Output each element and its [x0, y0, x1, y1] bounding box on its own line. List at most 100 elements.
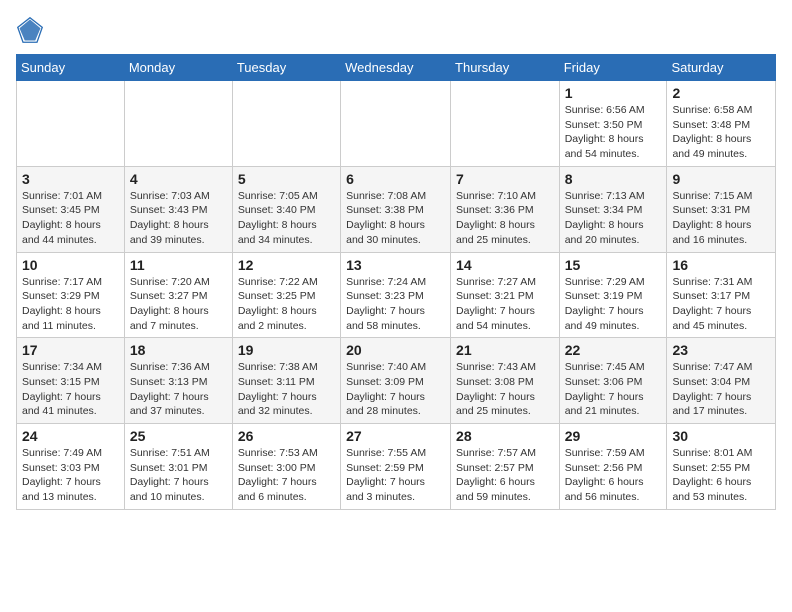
calendar-week-1: 1Sunrise: 6:56 AMSunset: 3:50 PMDaylight…: [17, 81, 776, 167]
calendar-cell: 22 Sunrise: 7:45 AMSunset: 3:06 PMDayligh…: [559, 338, 667, 424]
page: SundayMondayTuesdayWednesdayThursdayFrid…: [0, 0, 792, 612]
day-number: 12: [238, 257, 335, 273]
calendar-cell: 26 Sunrise: 7:53 AMSunset: 3:00 PMDayligh…: [232, 424, 340, 510]
day-number: 23: [672, 342, 770, 358]
day-number: 4: [130, 171, 227, 187]
day-info: Sunrise: 7:47 AMSunset: 3:04 PMDaylight:…: [672, 360, 770, 419]
day-number: 27: [346, 428, 445, 444]
calendar-cell: 7 Sunrise: 7:10 AMSunset: 3:36 PMDaylight…: [451, 166, 560, 252]
day-info: Sunrise: 7:22 AMSunset: 3:25 PMDaylight:…: [238, 275, 335, 334]
day-info: Sunrise: 8:01 AMSunset: 2:55 PMDaylight:…: [672, 446, 770, 505]
day-number: 28: [456, 428, 554, 444]
day-info: Sunrise: 7:27 AMSunset: 3:21 PMDaylight:…: [456, 275, 554, 334]
calendar-cell: 8 Sunrise: 7:13 AMSunset: 3:34 PMDaylight…: [559, 166, 667, 252]
calendar-cell: 24Sunrise: 7:49 AMSunset: 3:03 PMDayligh…: [17, 424, 125, 510]
day-number: 11: [130, 257, 227, 273]
weekday-header-thursday: Thursday: [451, 55, 560, 81]
day-info: Sunrise: 7:36 AMSunset: 3:13 PMDaylight:…: [130, 360, 227, 419]
day-number: 21: [456, 342, 554, 358]
day-info: Sunrise: 7:05 AMSunset: 3:40 PMDaylight:…: [238, 189, 335, 248]
calendar-cell: 6 Sunrise: 7:08 AMSunset: 3:38 PMDaylight…: [341, 166, 451, 252]
weekday-header-friday: Friday: [559, 55, 667, 81]
day-info: Sunrise: 7:57 AMSunset: 2:57 PMDaylight:…: [456, 446, 554, 505]
day-info: Sunrise: 7:40 AMSunset: 3:09 PMDaylight:…: [346, 360, 445, 419]
header: [16, 16, 776, 44]
weekday-header-wednesday: Wednesday: [341, 55, 451, 81]
calendar-week-5: 24Sunrise: 7:49 AMSunset: 3:03 PMDayligh…: [17, 424, 776, 510]
calendar-cell: 4 Sunrise: 7:03 AMSunset: 3:43 PMDaylight…: [124, 166, 232, 252]
day-number: 5: [238, 171, 335, 187]
day-info: Sunrise: 7:13 AMSunset: 3:34 PMDaylight:…: [565, 189, 662, 248]
calendar-cell: 25Sunrise: 7:51 AMSunset: 3:01 PMDayligh…: [124, 424, 232, 510]
calendar-cell: 1Sunrise: 6:56 AMSunset: 3:50 PMDaylight…: [559, 81, 667, 167]
day-number: 22: [565, 342, 662, 358]
calendar-week-2: 3 Sunrise: 7:01 AMSunset: 3:45 PMDaylight…: [17, 166, 776, 252]
day-number: 13: [346, 257, 445, 273]
calendar-cell: 11 Sunrise: 7:20 AMSunset: 3:27 PMDayligh…: [124, 252, 232, 338]
day-number: 20: [346, 342, 445, 358]
day-info: Sunrise: 7:45 AMSunset: 3:06 PMDaylight:…: [565, 360, 662, 419]
day-number: 2: [672, 85, 770, 101]
day-number: 29: [565, 428, 662, 444]
calendar-week-4: 17Sunrise: 7:34 AMSunset: 3:15 PMDayligh…: [17, 338, 776, 424]
calendar-week-3: 10Sunrise: 7:17 AMSunset: 3:29 PMDayligh…: [17, 252, 776, 338]
calendar-cell: 15 Sunrise: 7:29 AMSunset: 3:19 PMDayligh…: [559, 252, 667, 338]
calendar-cell: [451, 81, 560, 167]
day-number: 6: [346, 171, 445, 187]
logo: [16, 16, 48, 44]
day-info: Sunrise: 7:20 AMSunset: 3:27 PMDaylight:…: [130, 275, 227, 334]
day-info: Sunrise: 7:01 AMSunset: 3:45 PMDaylight:…: [22, 189, 119, 248]
day-number: 25: [130, 428, 227, 444]
day-number: 9: [672, 171, 770, 187]
calendar-cell: 14 Sunrise: 7:27 AMSunset: 3:21 PMDayligh…: [451, 252, 560, 338]
logo-icon: [16, 16, 44, 44]
day-number: 3: [22, 171, 119, 187]
calendar-table: SundayMondayTuesdayWednesdayThursdayFrid…: [16, 54, 776, 510]
day-info: Sunrise: 7:55 AMSunset: 2:59 PMDaylight:…: [346, 446, 445, 505]
day-info: Sunrise: 7:31 AMSunset: 3:17 PMDaylight:…: [672, 275, 770, 334]
calendar-cell: 19Sunrise: 7:38 AMSunset: 3:11 PMDayligh…: [232, 338, 340, 424]
calendar-cell: 27 Sunrise: 7:55 AMSunset: 2:59 PMDayligh…: [341, 424, 451, 510]
calendar-cell: 16 Sunrise: 7:31 AMSunset: 3:17 PMDayligh…: [667, 252, 776, 338]
calendar-cell: 18 Sunrise: 7:36 AMSunset: 3:13 PMDayligh…: [124, 338, 232, 424]
day-number: 30: [672, 428, 770, 444]
calendar-cell: 3 Sunrise: 7:01 AMSunset: 3:45 PMDaylight…: [17, 166, 125, 252]
day-info: Sunrise: 7:49 AMSunset: 3:03 PMDaylight:…: [22, 446, 119, 505]
day-info: Sunrise: 7:15 AMSunset: 3:31 PMDaylight:…: [672, 189, 770, 248]
day-number: 16: [672, 257, 770, 273]
calendar-cell: [17, 81, 125, 167]
day-info: Sunrise: 7:53 AMSunset: 3:00 PMDaylight:…: [238, 446, 335, 505]
calendar-cell: 17Sunrise: 7:34 AMSunset: 3:15 PMDayligh…: [17, 338, 125, 424]
day-number: 17: [22, 342, 119, 358]
calendar-cell: 9 Sunrise: 7:15 AMSunset: 3:31 PMDaylight…: [667, 166, 776, 252]
calendar-cell: 10Sunrise: 7:17 AMSunset: 3:29 PMDayligh…: [17, 252, 125, 338]
day-info: Sunrise: 7:43 AMSunset: 3:08 PMDaylight:…: [456, 360, 554, 419]
day-number: 14: [456, 257, 554, 273]
day-number: 8: [565, 171, 662, 187]
calendar-cell: [124, 81, 232, 167]
day-info: Sunrise: 7:03 AMSunset: 3:43 PMDaylight:…: [130, 189, 227, 248]
day-info: Sunrise: 7:17 AMSunset: 3:29 PMDaylight:…: [22, 275, 119, 334]
calendar-cell: 29 Sunrise: 7:59 AMSunset: 2:56 PMDayligh…: [559, 424, 667, 510]
calendar-cell: 21 Sunrise: 7:43 AMSunset: 3:08 PMDayligh…: [451, 338, 560, 424]
day-info: Sunrise: 7:29 AMSunset: 3:19 PMDaylight:…: [565, 275, 662, 334]
day-number: 15: [565, 257, 662, 273]
day-info: Sunrise: 7:08 AMSunset: 3:38 PMDaylight:…: [346, 189, 445, 248]
weekday-header-row: SundayMondayTuesdayWednesdayThursdayFrid…: [17, 55, 776, 81]
day-info: Sunrise: 7:10 AMSunset: 3:36 PMDaylight:…: [456, 189, 554, 248]
weekday-header-sunday: Sunday: [17, 55, 125, 81]
day-info: Sunrise: 7:59 AMSunset: 2:56 PMDaylight:…: [565, 446, 662, 505]
calendar-cell: [232, 81, 340, 167]
calendar-cell: 12 Sunrise: 7:22 AMSunset: 3:25 PMDayligh…: [232, 252, 340, 338]
weekday-header-tuesday: Tuesday: [232, 55, 340, 81]
day-number: 26: [238, 428, 335, 444]
day-number: 7: [456, 171, 554, 187]
calendar-cell: 2Sunrise: 6:58 AMSunset: 3:48 PMDaylight…: [667, 81, 776, 167]
calendar-cell: 13 Sunrise: 7:24 AMSunset: 3:23 PMDayligh…: [341, 252, 451, 338]
weekday-header-saturday: Saturday: [667, 55, 776, 81]
day-number: 1: [565, 85, 662, 101]
day-info: Sunrise: 7:38 AMSunset: 3:11 PMDaylight:…: [238, 360, 335, 419]
day-info: Sunrise: 7:24 AMSunset: 3:23 PMDaylight:…: [346, 275, 445, 334]
day-number: 18: [130, 342, 227, 358]
calendar-cell: 20 Sunrise: 7:40 AMSunset: 3:09 PMDayligh…: [341, 338, 451, 424]
